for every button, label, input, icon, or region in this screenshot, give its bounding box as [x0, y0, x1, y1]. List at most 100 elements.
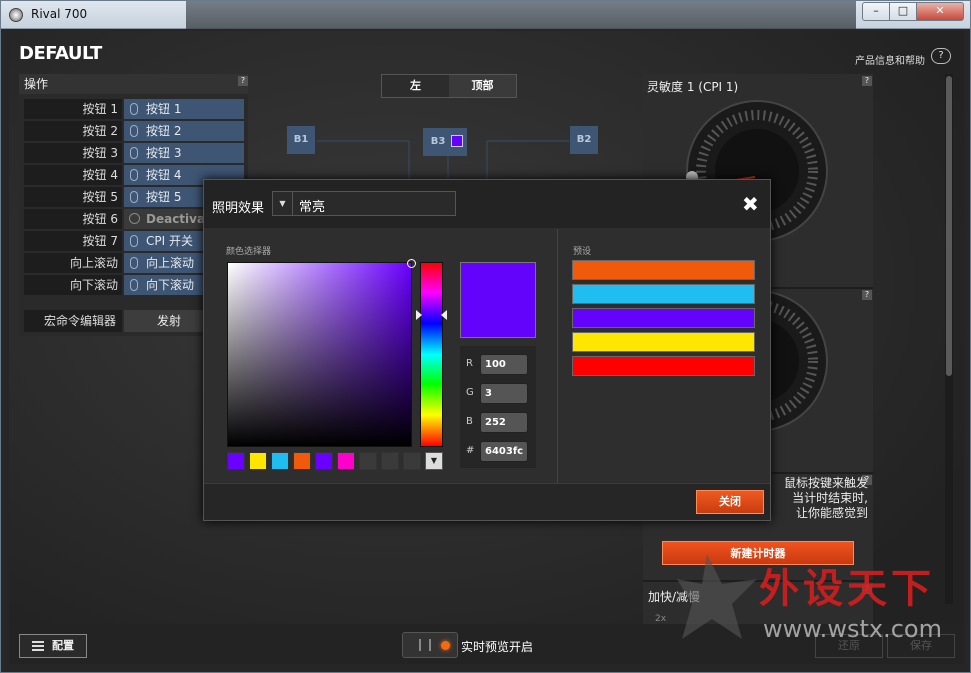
diagram-button-b3[interactable]: B3	[423, 128, 467, 156]
button-name: 按钮 7	[24, 231, 122, 251]
button-name: 按钮 1	[24, 99, 122, 119]
preset-color-swatch[interactable]	[572, 308, 755, 328]
mouse-icon	[130, 279, 138, 291]
recent-color-swatch[interactable]	[359, 452, 377, 470]
hue-handle-left[interactable]	[416, 310, 422, 320]
view-toggle: 左 顶部	[381, 74, 517, 98]
app-icon	[9, 8, 23, 22]
blue-row: B 252	[460, 412, 536, 434]
watermark-url: www.wstx.com	[763, 615, 942, 643]
saturation-picker[interactable]	[227, 259, 416, 447]
preset-color-swatch[interactable]	[572, 260, 755, 280]
gauge2-help-icon[interactable]: ?	[862, 290, 872, 300]
disabled-icon	[129, 213, 140, 224]
list-icon	[32, 641, 44, 651]
button-name: 向上滚动	[24, 253, 122, 273]
red-input[interactable]: 100	[480, 354, 528, 375]
button-action-label: 按钮 4	[146, 168, 182, 182]
blue-input[interactable]: 252	[480, 412, 528, 433]
recent-color-swatch[interactable]	[381, 452, 399, 470]
saturation-cursor[interactable]	[407, 259, 416, 268]
hue-slider[interactable]	[416, 262, 447, 447]
recent-color-swatch[interactable]	[249, 452, 267, 470]
button-mapping-row: 按钮 2 按钮 2	[24, 121, 244, 141]
button-name: 按钮 3	[24, 143, 122, 163]
scrollbar-thumb[interactable]	[946, 76, 952, 376]
button-action-label: 按钮 5	[146, 190, 182, 204]
mouse-icon	[130, 103, 138, 115]
button-name: 按钮 4	[24, 165, 122, 185]
sensitivity-help-icon[interactable]: ?	[862, 76, 872, 86]
actions-title: 操作	[19, 74, 248, 94]
button-action-label: 向上滚动	[146, 256, 195, 270]
diagram-b3-label: B3	[430, 136, 446, 147]
accel-scale-label: 2x	[655, 614, 667, 624]
blue-key: B	[466, 416, 473, 427]
green-row: G3	[460, 383, 536, 405]
button-action[interactable]: 按钮 3	[124, 143, 244, 163]
button-name: 向下滚动	[24, 275, 122, 295]
live-preview-label: 实时预览开启	[461, 640, 534, 654]
hex-key: #	[466, 445, 475, 456]
recent-color-swatch[interactable]	[337, 452, 355, 470]
hue-handle-right[interactable]	[441, 310, 447, 320]
title-bar-background	[186, 1, 856, 29]
cpi-icon	[130, 235, 138, 247]
diagram-button-b2[interactable]: B2	[570, 126, 598, 154]
close-window-button[interactable]: ✕	[916, 2, 964, 21]
recent-colors-dropdown-icon[interactable]: ▼	[425, 452, 443, 470]
recent-color-swatch[interactable]	[227, 452, 245, 470]
dialog-close-button[interactable]: 关闭	[696, 490, 764, 514]
grip-icon	[419, 639, 431, 651]
presets-label: 预设	[573, 247, 592, 257]
preset-color-swatch[interactable]	[572, 284, 755, 304]
button-action-label: 向下滚动	[146, 278, 195, 292]
mouse-icon	[130, 257, 138, 269]
window-title: Rival 700	[31, 7, 88, 21]
recent-color-swatch[interactable]	[315, 452, 333, 470]
sensitivity-label: 灵敏度 1 (CPI 1)	[647, 80, 739, 94]
red-key: R	[466, 358, 473, 369]
recent-color-swatch[interactable]	[271, 452, 289, 470]
lighting-effect-dialog: 照明效果 ▼ 常亮 ✖ 颜色选择器 R 100 G3 B 252 #6403fc ▼…	[203, 179, 771, 521]
config-button[interactable]: 配置	[19, 634, 87, 658]
tab-left-view[interactable]: 左	[382, 75, 449, 97]
mouse-icon	[130, 125, 138, 137]
color-preview	[460, 262, 536, 338]
lighting-effect-label: 照明效果	[212, 201, 265, 216]
button-action-label: 按钮 2	[146, 124, 182, 138]
b3-color-swatch[interactable]	[451, 135, 463, 147]
product-help-link[interactable]: 产品信息和帮助	[855, 52, 925, 67]
dialog-divider	[557, 229, 558, 483]
mouse-icon	[130, 169, 138, 181]
button-action[interactable]: 按钮 1	[124, 99, 244, 119]
recent-color-swatch[interactable]	[403, 452, 421, 470]
recent-color-swatch[interactable]	[293, 452, 311, 470]
preset-color-swatch[interactable]	[572, 332, 755, 352]
mouse-icon	[130, 147, 138, 159]
button-action-label: CPI 开关	[146, 234, 193, 248]
close-icon[interactable]: ✖	[742, 194, 759, 214]
maximize-button[interactable]: □	[889, 2, 917, 21]
config-label: 配置	[52, 639, 74, 652]
green-input[interactable]: 3	[480, 383, 528, 404]
preset-color-swatch[interactable]	[572, 356, 755, 376]
color-picker-label: 颜色选择器	[226, 247, 272, 257]
actions-help-icon[interactable]: ?	[238, 76, 248, 86]
chevron-down-icon[interactable]: ▼	[273, 192, 293, 215]
diagram-button-b1[interactable]: B1	[287, 126, 315, 154]
status-led-icon	[441, 641, 450, 650]
button-action[interactable]: 按钮 2	[124, 121, 244, 141]
vertical-scrollbar[interactable]	[945, 74, 953, 604]
button-action-label: 按钮 1	[146, 102, 182, 116]
title-bar[interactable]: Rival 700 – □ ✕	[1, 1, 970, 29]
help-bubble-icon[interactable]: ?	[931, 48, 951, 64]
tab-top-view[interactable]: 顶部	[449, 75, 516, 97]
hex-row: #6403fc	[460, 441, 536, 463]
button-mapping-row: 按钮 1 按钮 1	[24, 99, 244, 119]
app-window: Rival 700 – □ ✕ DEFAULT 产品信息和帮助 ? 操作 ? 按…	[0, 0, 971, 673]
hex-input[interactable]: 6403fc	[480, 441, 528, 462]
lighting-effect-select[interactable]: ▼ 常亮	[272, 191, 456, 216]
live-preview-toggle[interactable]	[402, 632, 458, 658]
minimize-button[interactable]: –	[862, 2, 890, 21]
